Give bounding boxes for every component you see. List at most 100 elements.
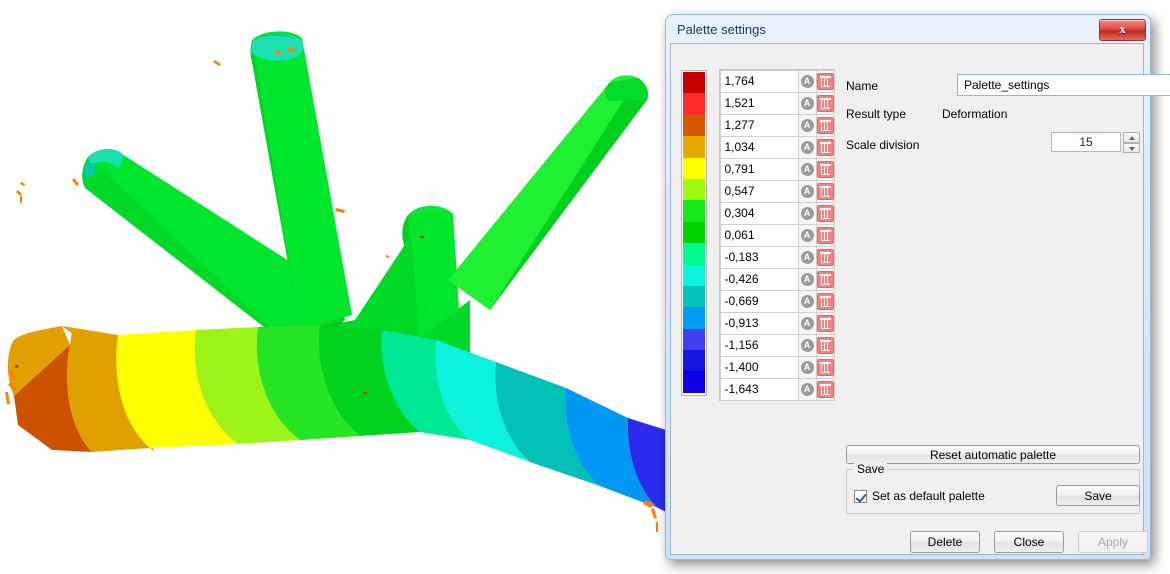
palette-value-input[interactable]: 1,034 [719, 135, 799, 159]
trash-icon[interactable] [815, 333, 835, 357]
trash-glyph [816, 204, 834, 222]
palette-row: 0,547 A [719, 179, 835, 203]
palette-value-input[interactable]: -1,156 [719, 333, 799, 357]
stepper-down-icon[interactable] [1123, 142, 1140, 153]
palette-swatch-1[interactable] [683, 93, 705, 115]
palette-swatch-11[interactable] [683, 307, 705, 329]
palette-value-input[interactable]: -0,183 [719, 245, 799, 269]
palette-value-input[interactable]: 1,277 [719, 113, 799, 137]
auto-circle-icon[interactable]: A [797, 333, 817, 357]
scale-division-input[interactable]: 15 [1051, 132, 1121, 152]
auto-circle-icon[interactable]: A [797, 179, 817, 203]
palette-swatch-8[interactable] [683, 243, 705, 265]
result-type-label: Result type [846, 107, 907, 121]
auto-glyph: A [800, 74, 814, 88]
auto-circle-icon[interactable]: A [797, 289, 817, 313]
save-button[interactable]: Save [1056, 485, 1140, 506]
palette-swatch-12[interactable] [683, 328, 705, 351]
close-button[interactable]: Close [994, 531, 1064, 553]
palette-swatch-7[interactable] [683, 221, 705, 244]
trash-icon[interactable] [815, 377, 835, 401]
trash-icon[interactable] [815, 223, 835, 247]
set-default-palette-checkbox[interactable]: Set as default palette [854, 489, 985, 503]
auto-circle-icon[interactable]: A [797, 267, 817, 291]
palette-value-input[interactable]: 0,547 [719, 179, 799, 203]
auto-circle-icon[interactable]: A [797, 69, 817, 93]
trash-glyph [816, 182, 834, 200]
palette-row: -1,643 A [719, 377, 835, 401]
trash-icon[interactable] [815, 113, 835, 137]
trash-glyph [816, 380, 834, 398]
palette-row: 1,034 A [719, 135, 835, 159]
palette-swatch-0[interactable] [683, 72, 705, 94]
palette-row: 0,061 A [719, 223, 835, 247]
palette-swatch-6[interactable] [683, 200, 705, 222]
trash-icon[interactable] [815, 179, 835, 203]
trash-glyph [816, 94, 834, 112]
palette-row: -0,183 A [719, 245, 835, 269]
trash-icon[interactable] [815, 355, 835, 379]
palette-settings-dialog: Palette settings x 1,764 A 1,521 A 1,277 A 1,0… [665, 14, 1170, 560]
auto-glyph: A [800, 316, 814, 330]
trash-glyph [816, 160, 834, 178]
reset-automatic-palette-button[interactable]: Reset automatic palette [846, 445, 1140, 464]
dialog-titlebar[interactable]: Palette settings x [669, 18, 1147, 44]
auto-circle-icon[interactable]: A [797, 223, 817, 247]
auto-circle-icon[interactable]: A [797, 135, 817, 159]
palette-value-input[interactable]: 1,764 [719, 69, 799, 93]
palette-value-input[interactable]: 0,061 [719, 223, 799, 247]
auto-glyph: A [800, 206, 814, 220]
close-icon[interactable]: x [1099, 19, 1146, 41]
trash-glyph [816, 248, 834, 266]
set-default-palette-label: Set as default palette [872, 489, 985, 503]
palette-swatch-3[interactable] [683, 136, 705, 158]
trash-icon[interactable] [815, 157, 835, 181]
auto-circle-icon[interactable]: A [797, 377, 817, 401]
trash-icon[interactable] [815, 69, 835, 93]
palette-swatch-4[interactable] [683, 157, 705, 179]
auto-glyph: A [800, 96, 814, 110]
trash-icon[interactable] [815, 267, 835, 291]
trash-glyph [816, 116, 834, 134]
delete-button[interactable]: Delete [910, 531, 980, 553]
palette-swatch-5[interactable] [683, 178, 705, 201]
palette-swatch-2[interactable] [683, 114, 705, 137]
palette-swatch-10[interactable] [683, 285, 705, 308]
palette-name-combobox[interactable]: Palette_settings [957, 74, 1170, 96]
scale-division-label: Scale division [846, 138, 920, 152]
auto-circle-icon[interactable]: A [797, 91, 817, 115]
trash-icon[interactable] [815, 135, 835, 159]
palette-row: -0,913 A [719, 311, 835, 335]
palette-value-input[interactable]: -0,913 [719, 311, 799, 335]
trash-icon[interactable] [815, 201, 835, 225]
auto-circle-icon[interactable]: A [797, 201, 817, 225]
palette-value-input[interactable]: -1,400 [719, 355, 799, 379]
palette-swatch-13[interactable] [683, 350, 705, 372]
palette-swatch-14[interactable] [683, 371, 705, 393]
checkbox-checked-icon [854, 489, 867, 503]
auto-circle-icon[interactable]: A [797, 355, 817, 379]
auto-circle-icon[interactable]: A [797, 113, 817, 137]
auto-circle-icon[interactable]: A [797, 245, 817, 269]
palette-value-input[interactable]: 0,304 [719, 201, 799, 225]
trash-icon[interactable] [815, 289, 835, 313]
stepper-up-icon[interactable] [1123, 132, 1140, 143]
scale-division-stepper[interactable] [1123, 132, 1140, 153]
trash-icon[interactable] [815, 311, 835, 335]
trash-icon[interactable] [815, 245, 835, 269]
trash-icon[interactable] [815, 91, 835, 115]
auto-circle-icon[interactable]: A [797, 157, 817, 181]
palette-value-input[interactable]: 0,791 [719, 157, 799, 181]
palette-swatch-9[interactable] [683, 264, 705, 286]
palette-value-input[interactable]: -1,643 [719, 377, 799, 401]
palette-value-input[interactable]: -0,669 [719, 289, 799, 313]
palette-row: -0,669 A [719, 289, 835, 313]
auto-glyph: A [800, 184, 814, 198]
trash-glyph [816, 336, 834, 354]
palette-value-input[interactable]: -0,426 [719, 267, 799, 291]
palette-value-input[interactable]: 1,521 [719, 91, 799, 115]
auto-circle-icon[interactable]: A [797, 311, 817, 335]
auto-glyph: A [800, 228, 814, 242]
trash-glyph [816, 314, 834, 332]
dialog-client-area: 1,764 A 1,521 A 1,277 A 1,034 A 0,791 A 0,547 A 0,30… [670, 43, 1170, 555]
